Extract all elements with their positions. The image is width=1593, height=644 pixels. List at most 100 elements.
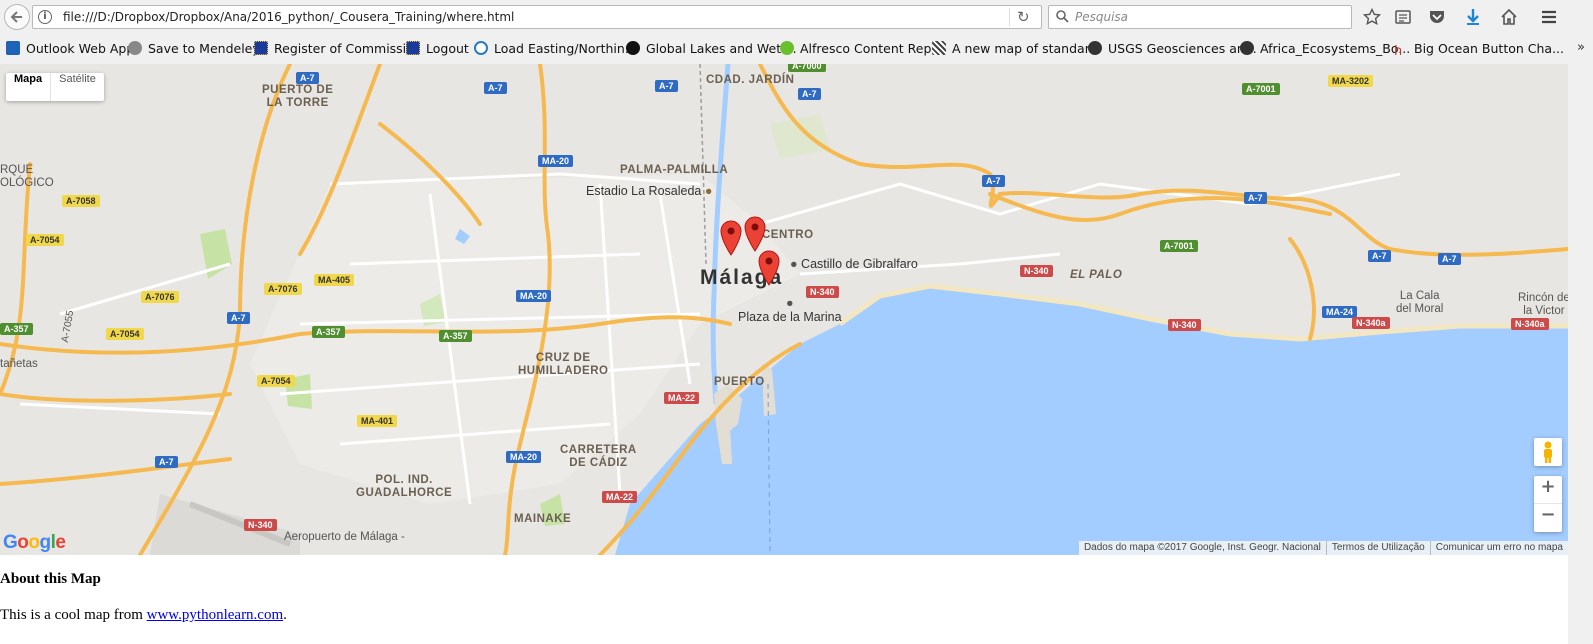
street-view-pegman[interactable] <box>1534 438 1562 466</box>
report-error-link[interactable]: Comunicar um erro no mapa <box>1429 541 1568 555</box>
url-text[interactable]: file:///D:/Dropbox/Dropbox/Ana/2016_pyth… <box>63 10 514 24</box>
road-shield: A-357 <box>439 330 472 342</box>
map-marker-icon[interactable] <box>744 216 766 252</box>
district-label: CDAD. JARDÍN <box>706 74 795 86</box>
road-shield: N-340 <box>244 519 277 531</box>
usgs-icon <box>1088 41 1102 55</box>
bookmark-mendeley[interactable]: Save to Mendeley <box>128 41 260 59</box>
poi-text: Castillo de Gibralfaro <box>801 257 918 271</box>
bookmark-label: Africa_Ecosystems_Bo... <box>1260 41 1411 56</box>
road-shield: N-340 <box>806 286 839 298</box>
address-bar[interactable]: i file:///D:/Dropbox/Dropbox/Ana/2016_py… <box>32 5 1042 29</box>
map-type-satellite-button[interactable]: Satélite <box>51 73 104 101</box>
map-marker-icon[interactable] <box>720 220 742 256</box>
hx-icon: h <box>1394 44 1403 59</box>
map-attribution: Dados do mapa ©2017 Google, Inst. Geogr.… <box>1078 541 1568 555</box>
road-shield: A-7 <box>1368 250 1391 262</box>
navigation-toolbar: i file:///D:/Dropbox/Dropbox/Ana/2016_py… <box>0 0 1593 34</box>
bookmark-logout[interactable]: Logout <box>406 41 469 59</box>
map-lines-icon <box>932 41 946 55</box>
road-shield: A-7058 <box>62 195 100 207</box>
pythonlearn-link[interactable]: www.pythonlearn.com <box>147 607 284 623</box>
bookmark-load-easting[interactable]: Load Easting/Northin... <box>474 41 637 59</box>
alfresco-icon <box>780 41 794 55</box>
place-label: RQUE OLÓGICO <box>0 164 54 190</box>
zoom-out-button[interactable]: − <box>1534 504 1562 532</box>
bookmark-global-lakes[interactable]: Global Lakes and Wetl... <box>626 41 797 59</box>
info-icon[interactable]: i <box>38 10 52 24</box>
eu-flag-icon <box>254 41 268 55</box>
district-label: EL PALO <box>1070 269 1123 281</box>
reading-list-icon[interactable] <box>1394 8 1412 26</box>
wwf-panda-icon <box>626 41 640 55</box>
road-shield: N-340a <box>1352 317 1390 329</box>
road-shield: MA-22 <box>602 491 638 503</box>
pocket-icon[interactable] <box>1428 8 1446 26</box>
road-shield: A-7 <box>227 312 250 324</box>
bookmark-new-map[interactable]: A new map of standar... <box>932 41 1101 59</box>
bookmark-big-ocean[interactable]: h Big Ocean Button Cha... <box>1394 41 1564 59</box>
district-label: CARRETERA DE CÁDIZ <box>560 444 637 470</box>
map-data-credit: Dados do mapa ©2017 Google, Inst. Geogr.… <box>1083 542 1321 553</box>
search-icon <box>1056 10 1069 23</box>
google-map[interactable]: CDAD. JARDÍN PUERTO DE LA TORRE PALMA-PAL… <box>0 64 1568 555</box>
bookmark-outlook[interactable]: Outlook Web App <box>6 41 134 59</box>
wordpress-icon <box>474 41 488 55</box>
district-label: PUERTO DE LA TORRE <box>262 84 333 110</box>
road-shield: MA-20 <box>506 451 542 463</box>
terms-link[interactable]: Termos de Utilização <box>1325 541 1430 555</box>
road-shield: MA-401 <box>357 415 398 427</box>
road-shield: MA-3202 <box>1328 75 1374 87</box>
bookmark-label: A new map of standar... <box>952 41 1101 56</box>
bookmark-register[interactable]: Register of Commissi... <box>254 41 418 59</box>
bookmarks-overflow-icon[interactable]: » <box>1577 40 1585 55</box>
district-label: CRUZ DE HUMILLADERO <box>518 352 608 378</box>
pegman-icon <box>1544 441 1552 463</box>
home-icon[interactable] <box>1500 8 1518 26</box>
bookmark-star-icon[interactable] <box>1363 8 1381 26</box>
search-placeholder[interactable]: Pesquisa <box>1075 10 1128 24</box>
google-logo[interactable]: Google <box>3 532 66 554</box>
page-paragraph: This is a cool map from www.pythonlearn.… <box>0 607 287 624</box>
road-shield: N-340a <box>1511 318 1549 330</box>
road-shield: MA-405 <box>314 274 355 286</box>
outlook-icon <box>6 41 20 55</box>
road-shield: A-7000 <box>788 64 826 72</box>
search-bar[interactable]: Pesquisa <box>1048 5 1352 29</box>
back-arrow-icon <box>10 11 22 23</box>
road-shield: A-7 <box>1244 192 1267 204</box>
road-shield: MA-20 <box>538 155 574 167</box>
road-shield: A-7076 <box>264 283 302 295</box>
reload-icon[interactable]: ↻ <box>1017 8 1030 26</box>
usgs-icon <box>1240 41 1254 55</box>
download-icon[interactable] <box>1464 8 1482 26</box>
map-type-map-button[interactable]: Mapa <box>6 73 52 101</box>
bookmark-africa[interactable]: Africa_Ecosystems_Bo... <box>1240 41 1410 59</box>
road-shield: A-7001 <box>1242 83 1280 95</box>
poi-label: ● Plaza de la Marina <box>738 296 842 324</box>
menu-icon[interactable] <box>1540 8 1558 26</box>
bookmark-label: Alfresco Content Rep... <box>800 41 944 56</box>
paragraph-text: This is a cool map from <box>0 607 147 623</box>
road-shield: MA-24 <box>1322 306 1358 318</box>
zoom-in-button[interactable]: + <box>1534 476 1562 504</box>
road-shield: A-7054 <box>106 328 144 340</box>
district-label: POL. IND. GUADALHORCE <box>356 474 452 500</box>
bookmark-alfresco[interactable]: Alfresco Content Rep... <box>780 41 943 59</box>
place-line: RQUE <box>0 164 34 176</box>
map-marker-icon[interactable] <box>758 250 780 286</box>
road-shield: A-7 <box>798 88 821 100</box>
landmark-icon: ● <box>785 296 794 310</box>
road-shield: A-7 <box>1438 253 1461 265</box>
bookmark-usgs[interactable]: USGS Geosciences an... <box>1088 41 1257 59</box>
district-line: PUERTO DE <box>262 84 334 96</box>
bookmark-label: USGS Geosciences an... <box>1108 41 1257 56</box>
page-scrollbar[interactable] <box>1568 64 1593 644</box>
district-line: DE CÁDIZ <box>569 457 628 469</box>
bookmark-label: Outlook Web App <box>26 41 135 56</box>
district-label: PUERTO <box>714 376 765 388</box>
bookmark-label: Global Lakes and Wetl... <box>646 41 797 56</box>
back-button[interactable] <box>4 4 30 30</box>
globe-icon <box>128 41 142 55</box>
road-shield: A-7 <box>655 80 678 92</box>
